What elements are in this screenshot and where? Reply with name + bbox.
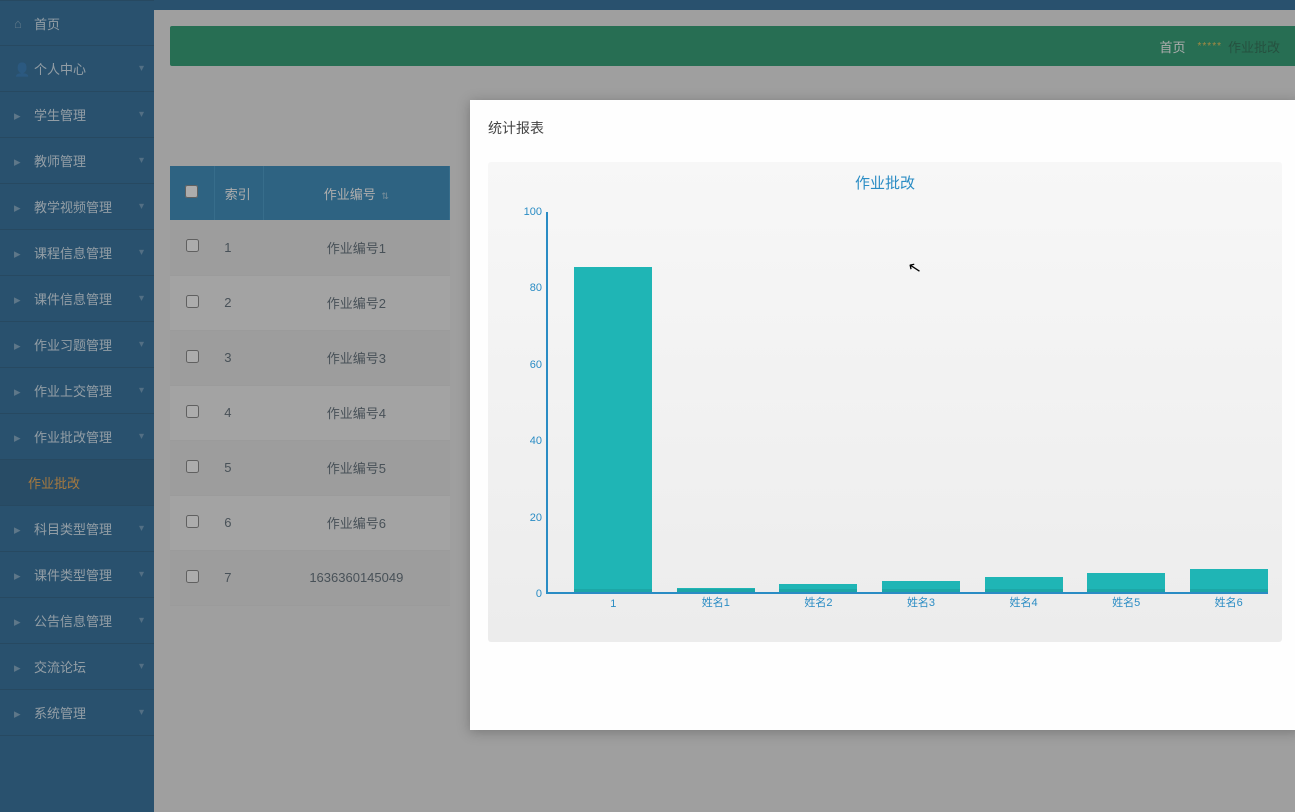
x-tick-label: 姓名2: [804, 594, 832, 610]
y-tick-label: 60: [518, 359, 542, 371]
x-tick-label: 1: [610, 598, 616, 610]
chart-bar[interactable]: [574, 267, 652, 592]
y-tick-label: 80: [518, 282, 542, 294]
chart-modal: 统计报表 作业批改 0 20 40 60 80 100 1 姓名1 姓名2 姓名3 姓名4 姓名5 姓名…: [470, 100, 1295, 730]
chart-bar[interactable]: [677, 588, 755, 592]
chart-area: 作业批改 0 20 40 60 80 100 1 姓名1 姓名2 姓名3 姓名4 姓名5 姓名6: [488, 162, 1282, 642]
modal-title: 统计报表: [488, 118, 1282, 138]
y-tick-label: 40: [518, 435, 542, 447]
chart-bar[interactable]: [1087, 573, 1165, 592]
chart-title: 作业批改: [488, 162, 1282, 193]
x-tick-label: 姓名5: [1112, 594, 1140, 610]
chart-bar[interactable]: [985, 577, 1063, 592]
y-tick-label: 100: [518, 206, 542, 218]
y-tick-label: 0: [518, 588, 542, 600]
y-axis: [546, 212, 548, 594]
x-tick-label: 姓名1: [702, 594, 730, 610]
chart-bar[interactable]: [882, 581, 960, 592]
y-tick-label: 20: [518, 512, 542, 524]
chart-bar[interactable]: [779, 584, 857, 592]
x-tick-label: 姓名4: [1010, 594, 1038, 610]
chart-bar[interactable]: [1190, 569, 1268, 592]
x-tick-label: 姓名6: [1215, 594, 1243, 610]
x-tick-label: 姓名3: [907, 594, 935, 610]
